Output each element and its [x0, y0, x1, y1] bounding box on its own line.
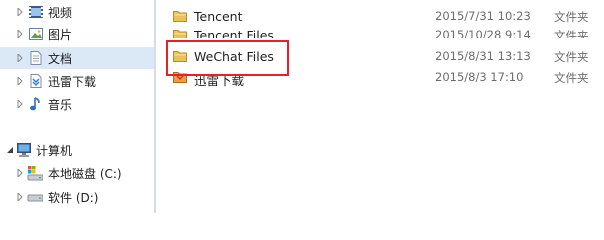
- file-name: Tencent Files: [194, 28, 274, 38]
- music-library-icon: [28, 96, 44, 112]
- xunlei-folder-icon: [172, 69, 188, 85]
- sidebar-item-software-d[interactable]: 软件 (D:): [0, 186, 154, 208]
- sidebar-item-label: 计算机: [36, 143, 73, 158]
- file-date: 2015/8/3 17:10: [435, 70, 524, 84]
- file-type: 文件夹: [554, 71, 589, 85]
- sidebar-item-videos[interactable]: 视频: [0, 1, 154, 23]
- file-list: Tencent 2015/7/31 10:23 文件夹 Tencent File…: [156, 0, 604, 213]
- file-name: 迅雷下载: [194, 73, 245, 88]
- sidebar-item-documents[interactable]: 文档: [0, 47, 154, 69]
- folder-icon: [172, 8, 188, 24]
- sidebar-item-label: 本地磁盘 (C:): [48, 166, 122, 181]
- sidebar-item-label: 迅雷下载: [48, 74, 97, 89]
- sidebar-item-music[interactable]: 音乐: [0, 93, 154, 115]
- file-type: 文件夹: [554, 50, 589, 64]
- expand-arrow-icon[interactable]: [16, 8, 24, 16]
- collapse-arrow-icon[interactable]: [6, 146, 14, 154]
- file-row-xunlei-download[interactable]: 迅雷下载 2015/8/3 17:10 文件夹: [156, 66, 604, 88]
- expand-arrow-icon[interactable]: [16, 169, 24, 177]
- sidebar-item-label: 视频: [48, 5, 73, 20]
- sidebar-item-label: 图片: [48, 27, 73, 42]
- sidebar-item-local-disk-c[interactable]: 本地磁盘 (C:): [0, 162, 154, 184]
- file-type: 文件夹: [554, 10, 589, 24]
- sidebar-item-pictures[interactable]: 图片: [0, 23, 154, 45]
- file-row-wechat-files[interactable]: WeChat Files 2015/8/31 13:13 文件夹: [156, 45, 604, 67]
- drive-icon: [27, 189, 43, 205]
- expand-arrow-icon[interactable]: [16, 54, 24, 62]
- folder-icon: [172, 48, 188, 64]
- expand-arrow-icon[interactable]: [16, 193, 24, 201]
- video-library-icon: [28, 4, 44, 20]
- navigation-pane: 视频 图片 文档 迅雷下载 音乐 计算机 本地磁盘 (C:) 软件 (D:): [0, 0, 154, 213]
- folder-icon: [172, 27, 188, 38]
- sidebar-item-computer[interactable]: 计算机: [0, 139, 154, 161]
- file-date: 2015/8/31 13:13: [435, 49, 531, 63]
- file-name: WeChat Files: [194, 49, 274, 64]
- sidebar-item-xunlei-download[interactable]: 迅雷下载: [0, 70, 154, 92]
- file-name: Tencent: [194, 9, 243, 24]
- file-row-tencent-files[interactable]: Tencent Files 2015/10/28 9:14 文件夹: [156, 24, 604, 38]
- file-type: 文件夹: [554, 29, 589, 38]
- picture-library-icon: [28, 26, 44, 42]
- expand-arrow-icon[interactable]: [16, 77, 24, 85]
- sidebar-item-label: 音乐: [48, 97, 73, 112]
- computer-icon: [16, 142, 32, 158]
- sidebar-item-label: 软件 (D:): [48, 190, 99, 205]
- xunlei-download-library-icon: [28, 73, 44, 89]
- local-disk-icon: [27, 165, 43, 181]
- file-date: 2015/7/31 10:23: [435, 9, 531, 23]
- sidebar-item-label: 文档: [48, 51, 73, 66]
- expand-arrow-icon[interactable]: [16, 100, 24, 108]
- file-date: 2015/10/28 9:14: [435, 28, 531, 38]
- expand-arrow-icon[interactable]: [16, 30, 24, 38]
- document-library-icon: [28, 50, 44, 66]
